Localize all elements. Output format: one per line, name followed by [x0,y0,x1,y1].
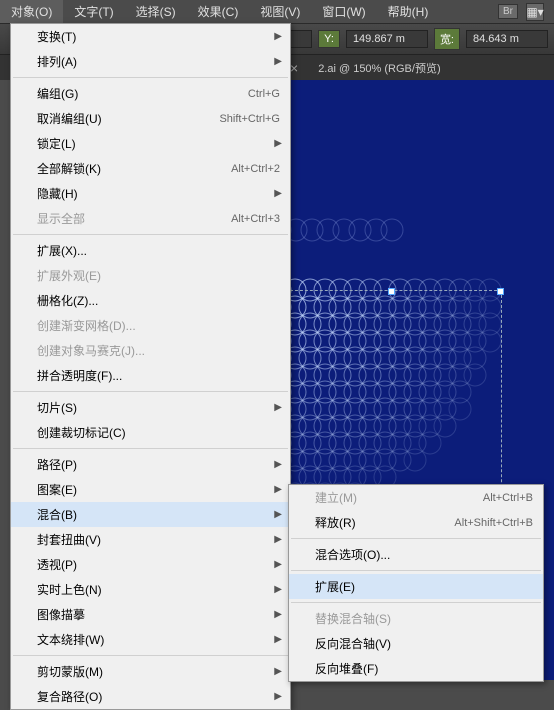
width-label: 宽: [434,28,460,50]
bridge-button[interactable]: Br [498,4,518,19]
mi-group[interactable]: 编组(G)Ctrl+G [11,81,290,106]
chevron-right-icon: ▶ [274,691,282,702]
chevron-right-icon: ▶ [274,559,282,570]
smi-make: 建立(M)Alt+Ctrl+B [289,485,543,510]
mi-unlock-all[interactable]: 全部解锁(K)Alt+Ctrl+2 [11,156,290,181]
object-menu: 变换(T)▶ 排列(A)▶ 编组(G)Ctrl+G 取消编组(U)Shift+C… [10,23,291,710]
menubar-right: Br ▦▾ [498,3,554,21]
chevron-right-icon: ▶ [274,31,282,42]
menu-separator [291,538,541,539]
chevron-right-icon: ▶ [274,534,282,545]
chevron-right-icon: ▶ [274,138,282,149]
mi-perspective[interactable]: 透视(P)▶ [11,552,290,577]
mi-compound-path[interactable]: 复合路径(O)▶ [11,684,290,709]
mi-gradient-mesh: 创建渐变网格(D)... [11,313,290,338]
mi-pattern[interactable]: 图案(E)▶ [11,477,290,502]
selection-handle[interactable] [388,288,395,295]
menubar-help[interactable]: 帮助(H) [377,0,440,23]
mi-path[interactable]: 路径(P)▶ [11,452,290,477]
menu-separator [13,77,288,78]
mi-arrange[interactable]: 排列(A)▶ [11,49,290,74]
menu-separator [13,448,288,449]
mi-rasterize[interactable]: 栅格化(Z)... [11,288,290,313]
mi-show-all: 显示全部Alt+Ctrl+3 [11,206,290,231]
menubar-effect[interactable]: 效果(C) [187,0,250,23]
width-value[interactable]: 84.643 m [466,30,548,48]
mi-hide[interactable]: 隐藏(H)▶ [11,181,290,206]
chevron-right-icon: ▶ [274,609,282,620]
smi-options[interactable]: 混合选项(O)... [289,542,543,567]
mi-blend[interactable]: 混合(B)▶ [11,502,290,527]
chevron-right-icon: ▶ [274,634,282,645]
layout-icon[interactable]: ▦▾ [526,3,544,21]
smi-release[interactable]: 释放(R)Alt+Shift+Ctrl+B [289,510,543,535]
mi-envelope[interactable]: 封套扭曲(V)▶ [11,527,290,552]
chevron-right-icon: ▶ [274,56,282,67]
mi-ungroup[interactable]: 取消编组(U)Shift+Ctrl+G [11,106,290,131]
menu-separator [13,234,288,235]
menu-separator [291,570,541,571]
mi-live-paint[interactable]: 实时上色(N)▶ [11,577,290,602]
menu-separator [13,391,288,392]
menubar-select[interactable]: 选择(S) [125,0,187,23]
mi-lock[interactable]: 锁定(L)▶ [11,131,290,156]
chevron-right-icon: ▶ [274,188,282,199]
mi-expand[interactable]: 扩展(X)... [11,238,290,263]
selection-handle[interactable] [497,288,504,295]
mi-text-wrap[interactable]: 文本绕排(W)▶ [11,627,290,652]
chevron-right-icon: ▶ [274,484,282,495]
menubar-view[interactable]: 视图(V) [249,0,311,23]
chevron-right-icon: ▶ [274,459,282,470]
menubar-window[interactable]: 窗口(W) [311,0,376,23]
mi-image-trace[interactable]: 图像描摹▶ [11,602,290,627]
mi-slice[interactable]: 切片(S)▶ [11,395,290,420]
menubar: 对象(O) 文字(T) 选择(S) 效果(C) 视图(V) 窗口(W) 帮助(H… [0,0,554,24]
menu-separator [13,655,288,656]
mi-flatten[interactable]: 拼合透明度(F)... [11,363,290,388]
menubar-text[interactable]: 文字(T) [63,0,124,23]
y-value[interactable]: 149.867 m [346,30,428,48]
mi-mosaic: 创建对象马赛克(J)... [11,338,290,363]
chevron-right-icon: ▶ [274,402,282,413]
mi-crop-marks[interactable]: 创建裁切标记(C) [11,420,290,445]
chevron-right-icon: ▶ [274,666,282,677]
close-icon[interactable]: × [290,60,298,76]
chevron-right-icon: ▶ [274,509,282,520]
y-label: Y: [318,30,340,48]
mi-transform[interactable]: 变换(T)▶ [11,24,290,49]
mi-clip-mask[interactable]: 剪切蒙版(M)▶ [11,659,290,684]
menubar-object[interactable]: 对象(O) [0,0,63,23]
smi-reverse-stack[interactable]: 反向堆叠(F) [289,656,543,681]
document-tab[interactable]: 2.ai @ 150% (RGB/预览) [308,56,450,80]
smi-reverse-spine[interactable]: 反向混合轴(V) [289,631,543,656]
mi-expand-appearance: 扩展外观(E) [11,263,290,288]
smi-expand[interactable]: 扩展(E) [289,574,543,599]
smi-replace-spine: 替换混合轴(S) [289,606,543,631]
menu-separator [291,602,541,603]
blend-submenu: 建立(M)Alt+Ctrl+B 释放(R)Alt+Shift+Ctrl+B 混合… [288,484,544,682]
chevron-right-icon: ▶ [274,584,282,595]
